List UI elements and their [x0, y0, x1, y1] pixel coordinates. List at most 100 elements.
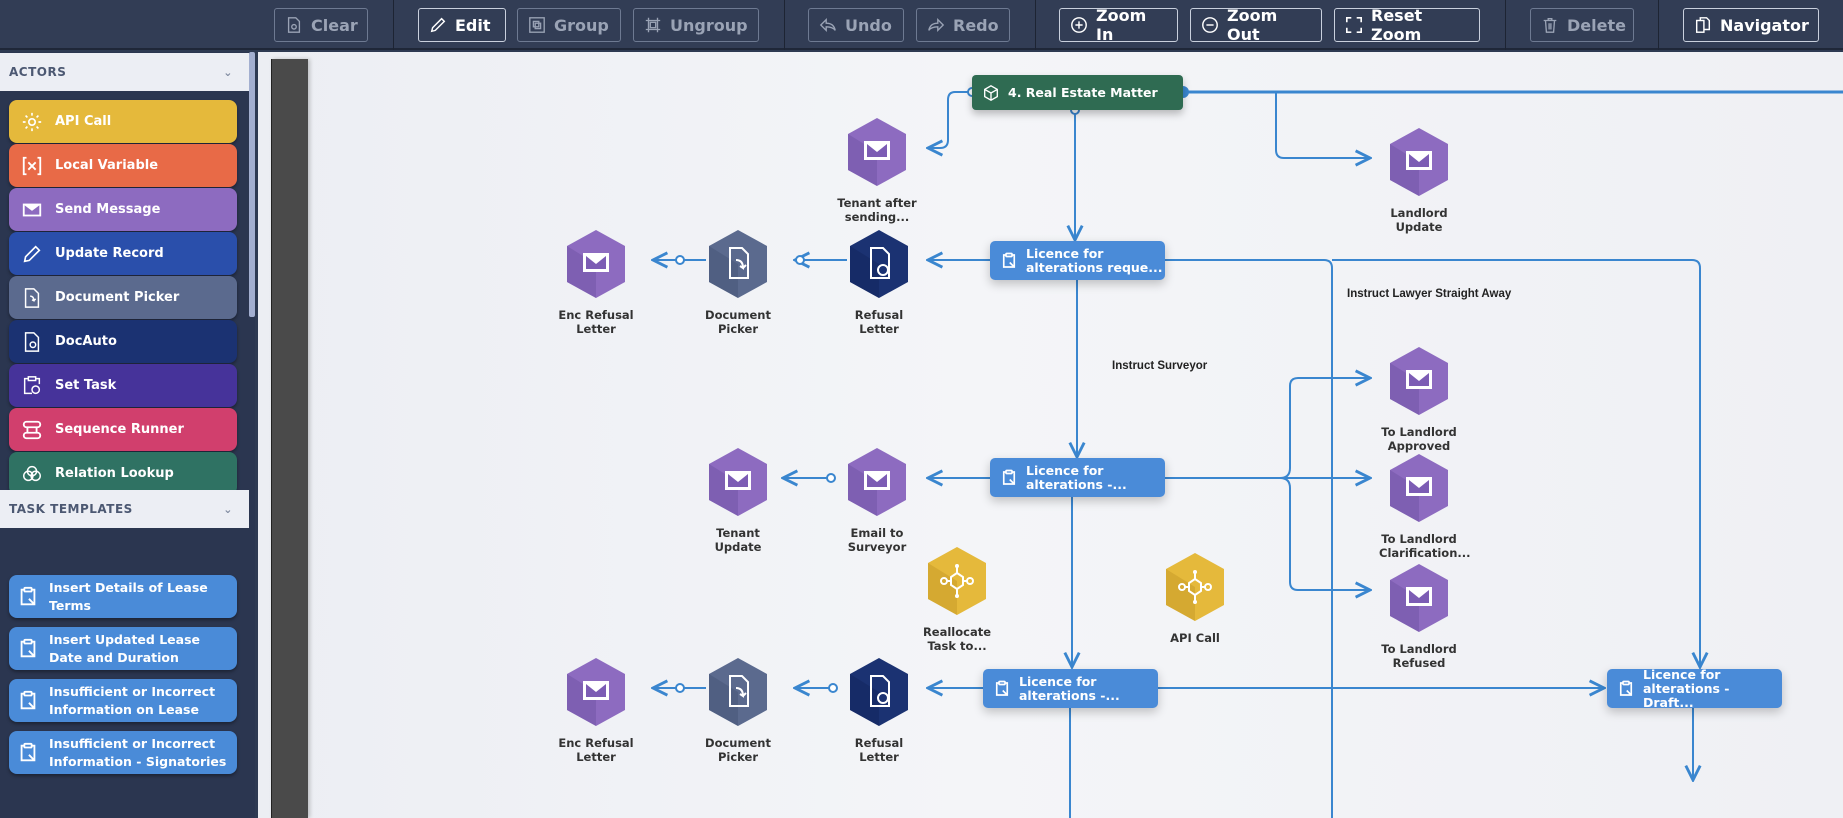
- node-send-message[interactable]: [564, 228, 628, 300]
- envelope-icon: [22, 203, 42, 216]
- edit-label: Edit: [455, 15, 491, 35]
- actor-docauto[interactable]: DocAuto: [9, 320, 237, 363]
- task-node[interactable]: Licence for alterations -...: [990, 458, 1165, 497]
- doc-auto-icon: [850, 230, 908, 298]
- zoom-out-button[interactable]: Zoom Out: [1190, 6, 1322, 44]
- node-label: API Call: [1170, 631, 1220, 645]
- matter-node[interactable]: 4. Real Estate Matter: [972, 75, 1183, 110]
- actor-label: DocAuto: [55, 334, 117, 349]
- task-label: alterations -...: [1019, 687, 1120, 703]
- task-template-icon: [20, 742, 36, 761]
- task-node[interactable]: Licence for alterations - Draft...: [1607, 666, 1782, 710]
- zoom-in-button[interactable]: Zoom In: [1059, 6, 1178, 44]
- gear-icon: [22, 112, 42, 131]
- reset-zoom-button[interactable]: Reset Zoom: [1334, 6, 1480, 44]
- actor-sequence-runner[interactable]: Sequence Runner: [9, 408, 237, 451]
- pencil-icon: [23, 244, 41, 262]
- node-send-message[interactable]: [1387, 452, 1451, 524]
- actor-send-message[interactable]: Send Message: [9, 188, 237, 231]
- actor-label: Local Variable: [55, 158, 159, 173]
- node-document-picker[interactable]: [706, 656, 770, 728]
- node-send-message[interactable]: [706, 446, 770, 518]
- zoom-out-icon: [1202, 17, 1218, 33]
- task-label: alterations - Draft...: [1643, 680, 1730, 710]
- template-label: Insert Details of Lease Terms: [49, 579, 208, 613]
- toolbar-divider: [784, 0, 785, 50]
- sidebar-scrollbar-thumb[interactable]: [249, 52, 255, 317]
- edit-button[interactable]: Edit: [418, 8, 506, 42]
- node-api-call[interactable]: [1163, 551, 1227, 623]
- actor-label: API Call: [55, 114, 112, 129]
- variable-icon: [22, 156, 42, 175]
- group-icon: [529, 17, 545, 33]
- redo-button[interactable]: Redo: [916, 8, 1010, 42]
- actor-document-picker[interactable]: Document Picker: [9, 276, 237, 319]
- actor-set-task[interactable]: Set Task: [9, 364, 237, 407]
- ungroup-button[interactable]: Ungroup: [633, 8, 759, 42]
- template-label: Insufficient or Incorrect Information - …: [49, 735, 227, 769]
- actor-label: Set Task: [55, 378, 117, 393]
- toolbar: Clear Edit Group Ungroup Undo Redo Zoom …: [0, 0, 1843, 50]
- node-doc-auto[interactable]: [847, 656, 911, 728]
- task-label: Licence for: [1019, 673, 1097, 689]
- task-node[interactable]: Licence for alterations reque...: [990, 241, 1165, 280]
- reset-zoom-label: Reset Zoom: [1371, 6, 1423, 44]
- canvas-ruler: [271, 59, 308, 818]
- actor-relation-lookup[interactable]: Relation Lookup: [9, 452, 237, 495]
- sidebar: ACTORS ⌄ API Call Local Variable Send Me…: [0, 52, 255, 818]
- sequence-icon: [22, 420, 42, 439]
- actors-section-header[interactable]: ACTORS ⌄: [0, 53, 250, 91]
- template-item[interactable]: Insufficient or Incorrect Information on…: [9, 679, 237, 722]
- task-node[interactable]: Licence for alterations -...: [983, 669, 1158, 708]
- node-send-message[interactable]: [1387, 562, 1451, 634]
- node-send-message[interactable]: [1387, 126, 1451, 198]
- node-label: To Landlord Approved: [1381, 425, 1457, 453]
- actor-api-call[interactable]: API Call: [9, 100, 237, 143]
- template-item[interactable]: Insert Details of Lease Terms: [9, 575, 237, 618]
- node-label: Enc Refusal Letter: [558, 736, 634, 764]
- chevron-down-icon[interactable]: ⌄: [223, 66, 233, 79]
- template-item[interactable]: Insufficient or Incorrect Information - …: [9, 731, 237, 774]
- node-send-message[interactable]: [845, 446, 909, 518]
- chevron-down-icon[interactable]: ⌄: [223, 503, 233, 516]
- template-item[interactable]: Insert Updated Lease Date and Duration: [9, 627, 237, 670]
- node-label: To Landlord Refused: [1381, 642, 1457, 670]
- zoom-in-label: Zoom In: [1096, 6, 1147, 44]
- navigator-button[interactable]: Navigator: [1683, 8, 1819, 42]
- envelope-icon: [1390, 564, 1448, 632]
- task-icon: [995, 680, 1009, 696]
- actor-update-record[interactable]: Update Record: [9, 232, 237, 275]
- delete-button[interactable]: Delete: [1530, 8, 1634, 42]
- node-send-message[interactable]: [1387, 345, 1451, 417]
- envelope-icon: [1390, 347, 1448, 415]
- node-label: Document Picker: [705, 736, 771, 764]
- node-send-message[interactable]: [564, 656, 628, 728]
- task-icon: [1002, 252, 1016, 268]
- actors-header-label: ACTORS: [9, 65, 67, 79]
- undo-button[interactable]: Undo: [808, 8, 904, 42]
- node-document-picker[interactable]: [706, 228, 770, 300]
- node-api-call[interactable]: [925, 545, 989, 617]
- clear-button[interactable]: Clear: [274, 8, 368, 42]
- node-label: Enc Refusal Letter: [558, 308, 634, 336]
- envelope-icon: [567, 658, 625, 726]
- group-button[interactable]: Group: [517, 8, 621, 42]
- node-label: Landlord Update: [1390, 206, 1448, 234]
- ungroup-icon: [645, 17, 661, 33]
- task-template-icon: [20, 690, 36, 709]
- task-template-icon: [20, 638, 36, 657]
- task-label: Licence for: [1643, 666, 1721, 682]
- actor-label: Send Message: [55, 202, 161, 217]
- node-doc-auto[interactable]: [847, 228, 911, 300]
- actor-local-variable[interactable]: Local Variable: [9, 144, 237, 187]
- task-templates-section-header[interactable]: TASK TEMPLATES ⌄: [0, 490, 250, 528]
- delete-label: Delete: [1567, 15, 1626, 35]
- redo-icon: [928, 17, 945, 33]
- actor-label: Sequence Runner: [55, 422, 184, 437]
- toolbar-divider: [1035, 0, 1036, 50]
- node-send-message[interactable]: [845, 116, 909, 188]
- reset-zoom-icon: [1345, 16, 1363, 34]
- templates-header-label: TASK TEMPLATES: [9, 502, 133, 516]
- navigator-label: Navigator: [1720, 15, 1809, 35]
- relation-icon: [23, 465, 41, 481]
